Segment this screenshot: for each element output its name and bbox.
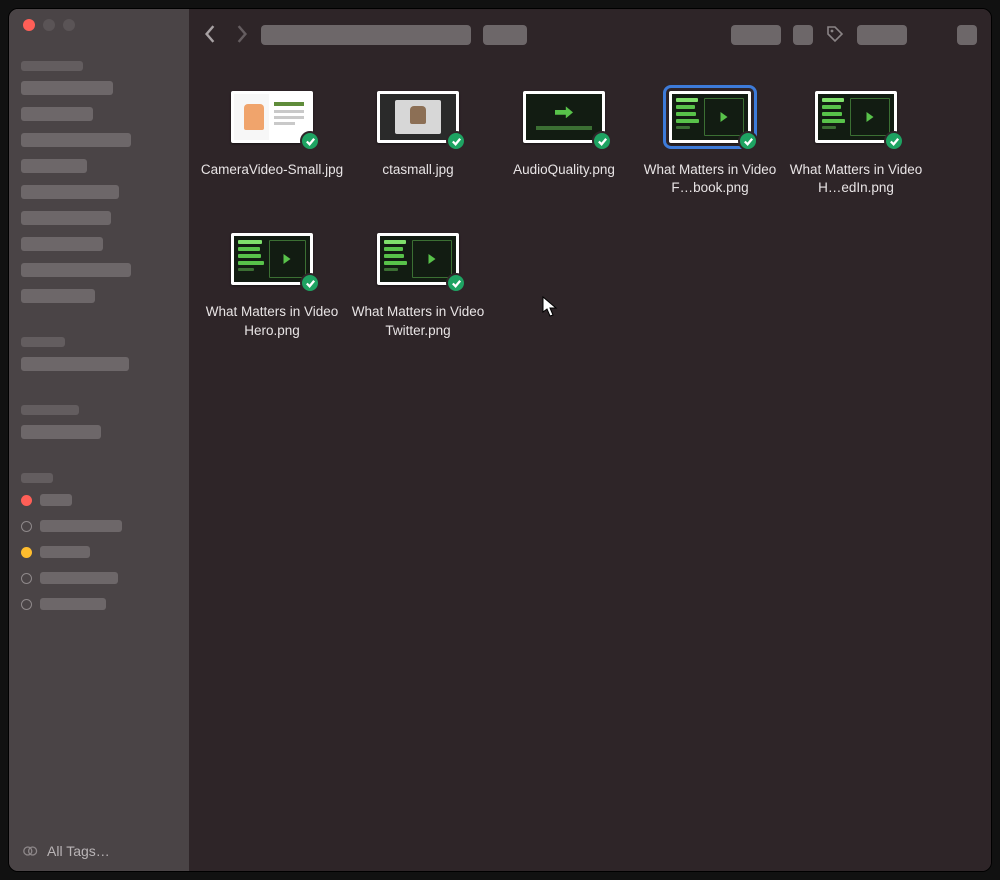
file-name-label: What Matters in Video Hero.png: [200, 303, 344, 339]
action-button[interactable]: [857, 25, 907, 45]
file-content-area[interactable]: CameraVideo-Small.jpg ctasmall.jpg AudioQu…: [189, 61, 991, 871]
back-button[interactable]: [203, 25, 217, 46]
sidebar-tag-item[interactable]: [21, 493, 177, 507]
sidebar-item[interactable]: [21, 425, 101, 439]
sidebar-item[interactable]: [21, 357, 129, 371]
file-name-label: What Matters in Video Twitter.png: [346, 303, 490, 339]
sync-check-icon: [884, 131, 904, 151]
file-name-label: CameraVideo-Small.jpg: [201, 161, 343, 179]
sync-check-icon: [300, 273, 320, 293]
sidebar-tags-heading: [21, 473, 53, 483]
sync-check-icon: [592, 131, 612, 151]
tag-color-dot: [21, 521, 32, 532]
file-item[interactable]: CameraVideo-Small.jpg: [199, 81, 345, 197]
file-item[interactable]: What Matters in Video Hero.png: [199, 223, 345, 339]
file-item[interactable]: AudioQuality.png: [491, 81, 637, 197]
tag-color-dot: [21, 599, 32, 610]
tag-label: [40, 520, 122, 532]
main-area: CameraVideo-Small.jpg ctasmall.jpg AudioQu…: [189, 9, 991, 871]
file-thumbnail[interactable]: [368, 223, 468, 295]
toolbar: [189, 9, 991, 61]
sidebar-section-heading: [21, 337, 65, 347]
tag-color-dot: [21, 495, 32, 506]
all-tags-button[interactable]: All Tags…: [21, 839, 177, 863]
all-tags-label: All Tags…: [47, 843, 110, 859]
folder-title[interactable]: [261, 25, 471, 45]
nav-arrows: [203, 25, 249, 46]
sidebar: All Tags…: [9, 9, 189, 871]
sidebar-tag-item[interactable]: [21, 571, 177, 585]
sync-check-icon: [300, 131, 320, 151]
tag-label: [40, 572, 118, 584]
file-thumbnail[interactable]: [514, 81, 614, 153]
sidebar-item[interactable]: [21, 185, 119, 199]
sync-check-icon: [446, 273, 466, 293]
file-name-label: AudioQuality.png: [513, 161, 615, 179]
tag-label: [40, 546, 90, 558]
sidebar-item[interactable]: [21, 133, 131, 147]
zoom-window-button[interactable]: [63, 19, 75, 31]
file-name-label: ctasmall.jpg: [382, 161, 453, 179]
file-name-label: What Matters in Video H…edIn.png: [784, 161, 928, 197]
sidebar-item[interactable]: [21, 289, 95, 303]
window-controls: [23, 19, 177, 31]
file-grid: CameraVideo-Small.jpg ctasmall.jpg AudioQu…: [199, 81, 981, 340]
minimize-window-button[interactable]: [43, 19, 55, 31]
finder-window: All Tags… Ca: [8, 8, 992, 872]
tag-color-dot: [21, 547, 32, 558]
file-thumbnail[interactable]: [222, 223, 322, 295]
sidebar-section-heading: [21, 405, 79, 415]
file-name-label: What Matters in Video F…book.png: [638, 161, 782, 197]
search-button[interactable]: [957, 25, 977, 45]
sync-check-icon: [738, 131, 758, 151]
toolbar-item-1[interactable]: [483, 25, 527, 45]
tag-edit-button[interactable]: [825, 24, 845, 47]
group-button[interactable]: [793, 25, 813, 45]
view-mode-button[interactable]: [731, 25, 781, 45]
sync-check-icon: [446, 131, 466, 151]
sidebar-item[interactable]: [21, 107, 93, 121]
tag-label: [40, 598, 106, 610]
file-thumbnail[interactable]: [806, 81, 906, 153]
file-item[interactable]: ctasmall.jpg: [345, 81, 491, 197]
file-thumbnail[interactable]: [368, 81, 468, 153]
sidebar-item[interactable]: [21, 159, 87, 173]
file-thumbnail[interactable]: [660, 81, 760, 153]
forward-button[interactable]: [235, 25, 249, 46]
sidebar-item[interactable]: [21, 237, 103, 251]
all-tags-icon: [23, 845, 39, 857]
sidebar-tag-item[interactable]: [21, 519, 177, 533]
file-item[interactable]: What Matters in Video Twitter.png: [345, 223, 491, 339]
sidebar-tag-item[interactable]: [21, 597, 177, 611]
sidebar-section-heading: [21, 61, 83, 71]
file-thumbnail[interactable]: [222, 81, 322, 153]
sidebar-tag-item[interactable]: [21, 545, 177, 559]
sidebar-item[interactable]: [21, 81, 113, 95]
close-window-button[interactable]: [23, 19, 35, 31]
tag-label: [40, 494, 72, 506]
sidebar-item[interactable]: [21, 263, 131, 277]
sidebar-item[interactable]: [21, 211, 111, 225]
file-item[interactable]: What Matters in Video H…edIn.png: [783, 81, 929, 197]
file-item[interactable]: What Matters in Video F…book.png: [637, 81, 783, 197]
tag-color-dot: [21, 573, 32, 584]
